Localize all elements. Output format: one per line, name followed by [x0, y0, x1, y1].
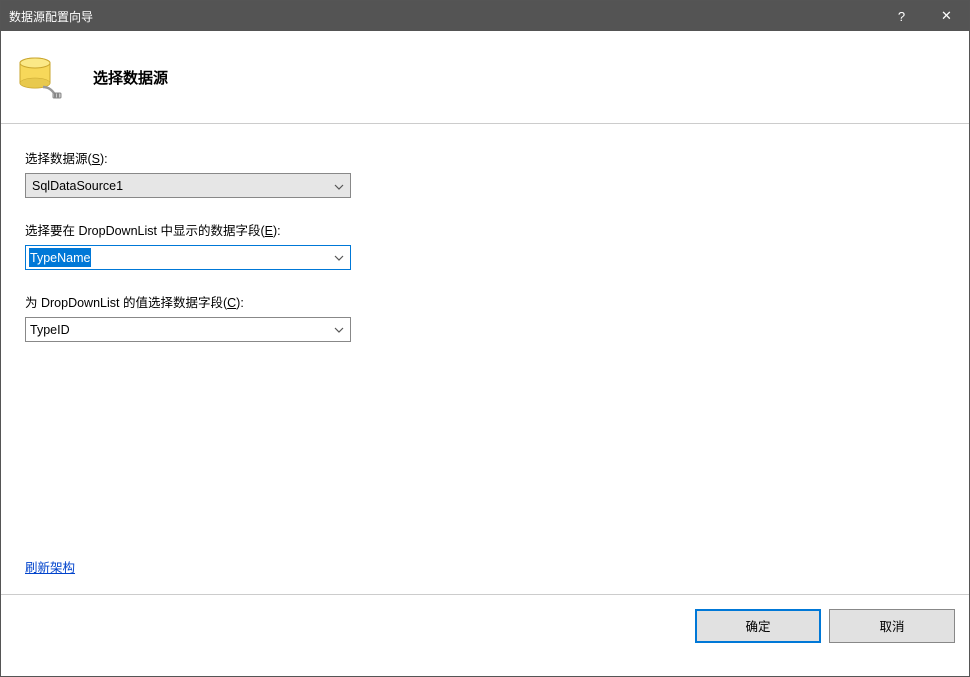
datasource-label: 选择数据源(S): — [25, 148, 945, 167]
datasource-combo-value: SqlDataSource1 — [32, 179, 123, 193]
page-title: 选择数据源 — [93, 67, 168, 88]
displayfield-label: 选择要在 DropDownList 中显示的数据字段(E): — [25, 220, 945, 239]
chevron-down-icon — [334, 179, 344, 193]
chevron-down-icon — [334, 327, 344, 333]
ok-button[interactable]: 确定 — [695, 609, 821, 643]
chevron-down-icon — [334, 255, 344, 261]
refresh-schema-link[interactable]: 刷新架构 — [25, 557, 75, 576]
valuefield-dropdown-button[interactable] — [328, 318, 350, 341]
selection-highlight: TypeName — [29, 248, 91, 267]
datasource-icon — [15, 53, 63, 101]
close-button[interactable]: ✕ — [924, 1, 969, 31]
close-icon: ✕ — [941, 8, 952, 24]
valuefield-input[interactable] — [26, 318, 328, 341]
help-icon: ? — [898, 9, 905, 24]
footer: 确定 取消 — [1, 594, 969, 656]
valuefield-field-block: 为 DropDownList 的值选择数据字段(C): — [25, 292, 945, 342]
valuefield-label: 为 DropDownList 的值选择数据字段(C): — [25, 292, 945, 311]
window-title: 数据源配置向导 — [9, 8, 879, 25]
valuefield-combo[interactable] — [25, 317, 351, 342]
help-button[interactable]: ? — [879, 1, 924, 31]
datasource-combo[interactable]: SqlDataSource1 — [25, 173, 351, 198]
datasource-field-block: 选择数据源(S): SqlDataSource1 — [25, 148, 945, 198]
displayfield-field-block: 选择要在 DropDownList 中显示的数据字段(E): TypeName — [25, 220, 945, 270]
cancel-button[interactable]: 取消 — [829, 609, 955, 643]
displayfield-combo[interactable]: TypeName — [25, 245, 351, 270]
wizard-header: 选择数据源 — [1, 31, 969, 124]
content-area: 选择数据源(S): SqlDataSource1 选择要在 DropDownLi… — [1, 124, 969, 594]
displayfield-dropdown-button[interactable] — [328, 246, 350, 269]
titlebar: 数据源配置向导 ? ✕ — [1, 1, 969, 31]
